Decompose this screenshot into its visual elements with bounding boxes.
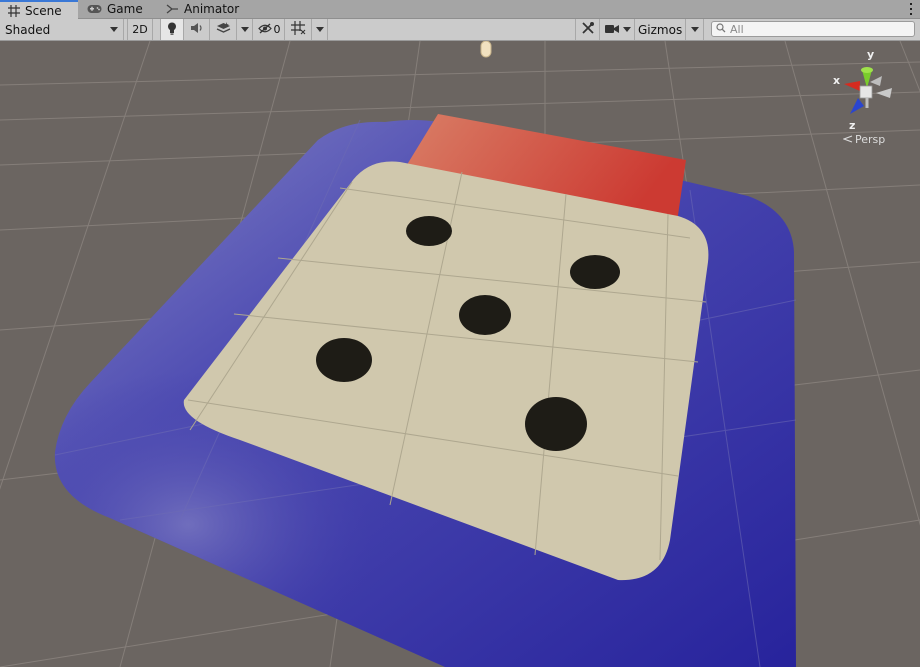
tab-animator-label: Animator	[184, 2, 240, 16]
axis-z-label: z	[849, 119, 855, 132]
gizmo-neg-z	[870, 76, 882, 86]
projection-label: Persp	[855, 133, 886, 146]
scene-viewport[interactable]: y x z Persp	[0, 41, 920, 667]
gizmos-button[interactable]: Gizmos	[636, 19, 686, 40]
effects-dropdown-button[interactable]	[237, 19, 253, 40]
tab-game[interactable]: Game	[79, 0, 159, 18]
eye-slash-icon	[257, 23, 272, 37]
toggle-2d-label: 2D	[132, 23, 148, 36]
window-tab-bar: Scene Game Animator	[0, 0, 920, 19]
gizmo-center-cube	[859, 85, 873, 99]
search-input[interactable]	[730, 22, 910, 36]
chevron-down-icon	[690, 27, 699, 32]
search-icon	[716, 22, 726, 36]
die-dot	[570, 255, 620, 289]
tab-scene[interactable]: Scene	[0, 0, 78, 19]
gizmos-dropdown-button[interactable]	[686, 19, 704, 40]
chevron-down-icon	[110, 27, 118, 32]
grid-dropdown-button[interactable]	[312, 19, 328, 40]
axis-y-label: y	[867, 48, 874, 61]
tools-button[interactable]	[575, 19, 600, 40]
lighting-toggle-button[interactable]	[160, 19, 184, 40]
grid-snap-icon	[291, 21, 306, 38]
die-dot	[406, 216, 452, 246]
shading-mode-value: Shaded	[5, 22, 51, 37]
chevron-down-icon	[622, 27, 631, 32]
light-gizmo	[480, 41, 492, 58]
unity-scene-window: Scene Game Animator Shaded 2D 0 Gizmos A…	[0, 0, 920, 667]
effects-layers-icon	[216, 21, 231, 38]
axis-x-label: x	[833, 74, 840, 87]
window-menu-icon[interactable]	[910, 3, 914, 15]
scene-visibility-button[interactable]: 0	[254, 19, 285, 40]
orientation-gizmo[interactable]: y x z	[830, 46, 910, 136]
projection-toggle[interactable]: Persp	[842, 133, 886, 146]
gizmo-x-cone	[844, 81, 860, 91]
scene-toolbar: Shaded 2D 0 Gizmos All	[0, 19, 920, 41]
camera-settings-dropdown[interactable]	[601, 19, 635, 40]
grid-toggle-button[interactable]	[286, 19, 312, 40]
scene-view-render	[0, 41, 920, 667]
speaker-icon	[190, 22, 204, 37]
audio-toggle-button[interactable]	[185, 19, 210, 40]
gizmo-neg-x	[876, 88, 892, 98]
tab-game-label: Game	[107, 2, 143, 16]
die-dot	[316, 338, 372, 382]
shading-mode-dropdown[interactable]: Shaded	[0, 19, 124, 40]
die-dot	[525, 397, 587, 451]
tab-scene-label: Scene	[25, 3, 62, 18]
die-dot	[459, 295, 511, 335]
gizmos-label: Gizmos	[638, 22, 683, 37]
perspective-icon	[842, 133, 853, 146]
gamepad-icon	[87, 4, 102, 14]
lightbulb-icon	[167, 22, 177, 38]
hidden-count: 0	[273, 23, 281, 36]
effects-toggle-button[interactable]	[211, 19, 237, 40]
tools-icon	[581, 21, 595, 38]
chevron-down-icon	[315, 27, 324, 32]
grid-icon	[8, 4, 20, 17]
tab-animator[interactable]: Animator	[158, 0, 248, 18]
chevron-down-icon	[240, 27, 249, 32]
gizmo-z-cone	[850, 98, 864, 114]
camera-icon	[604, 23, 619, 37]
animator-icon	[166, 3, 179, 15]
toggle-2d-button[interactable]: 2D	[127, 19, 153, 40]
search-field[interactable]	[711, 21, 915, 37]
